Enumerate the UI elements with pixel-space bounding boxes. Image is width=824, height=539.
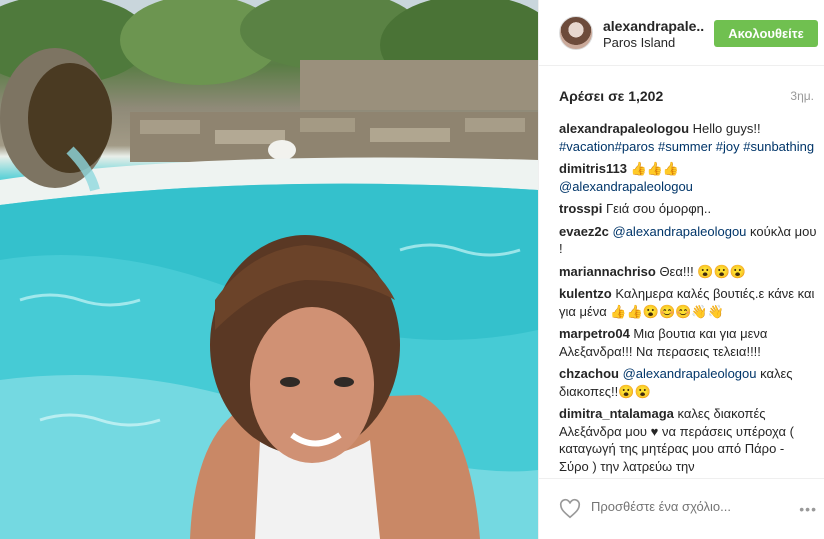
comment-username[interactable]: evaez2c [559,224,609,239]
heart-icon[interactable] [559,498,581,520]
comment: dimitris113 👍👍👍 @alexandrapaleologou [559,160,817,195]
comment-text: Θεα!!! 😮😮😮 [655,263,746,279]
comment-username[interactable]: dimitra_ntalamaga [559,406,674,421]
comment-username[interactable]: chzachou [559,366,619,381]
comment-username[interactable]: dimitris113 [559,161,627,176]
comment-mention[interactable]: @alexandrapaleologou [559,179,693,194]
comment-text: Hello guys!! [689,121,761,136]
comment-text: 👍👍👍 [626,161,680,176]
comment: mariannachriso Θεα!!! 😮😮😮 [559,263,817,281]
photo-illustration [0,0,538,539]
comment-username[interactable]: trosspi [559,201,602,216]
comments-list[interactable]: alexandrapaleologou Hello guys!! #vacati… [559,112,817,476]
comment: dimitra_ntalamaga καλες διακοπές Αλεξάνδ… [559,405,817,475]
comment-username[interactable]: alexandrapaleologou [559,121,689,136]
comment: chzachou @alexandrapaleologou καλες διακ… [559,365,817,400]
post-header: alexandrapale.. Paros Island Ακολουθείτε [539,0,824,66]
location-link[interactable]: Paros Island [603,35,675,50]
comment-mention[interactable]: @alexandrapaleologou [619,366,757,381]
post-time[interactable]: 3ημ. [790,89,814,103]
comment-footer: ••• [539,478,824,539]
post-photo[interactable] [0,0,538,539]
post-sidebar: alexandrapale.. Paros Island Ακολουθείτε… [538,0,824,539]
likes-count[interactable]: Αρέσει σε 1,202 [559,88,663,104]
follow-button[interactable]: Ακολουθείτε [714,20,818,47]
comment: alexandrapaleologou Hello guys!! #vacati… [559,120,817,155]
comment-text: Γειά σου όμορφη.. [602,201,712,216]
comment-username[interactable]: marpetro04 [559,326,630,341]
comment-username[interactable]: kulentzo [559,286,612,301]
comment: evaez2c @alexandrapaleologou κούκλα μου … [559,223,817,258]
add-comment-input[interactable] [591,499,781,514]
username-link[interactable]: alexandrapale.. [603,18,704,34]
comment-mention[interactable]: @alexandrapaleologou [609,224,747,239]
comment: marpetro04 Μια βουτια και για μενα Αλεξα… [559,325,817,360]
comment-hashtags[interactable]: #vacation#paros #summer #joy #sunbathing [559,139,814,154]
avatar[interactable] [559,16,593,50]
comment: trosspi Γειά σου όμορφη.. [559,200,817,218]
comment: kulentzo Καλημερα καλές βουτιές.ε κάνε κ… [559,285,817,320]
instagram-post: alexandrapale.. Paros Island Ακολουθείτε… [0,0,824,539]
more-options-icon[interactable]: ••• [799,501,817,517]
comment-username[interactable]: mariannachriso [559,264,656,279]
